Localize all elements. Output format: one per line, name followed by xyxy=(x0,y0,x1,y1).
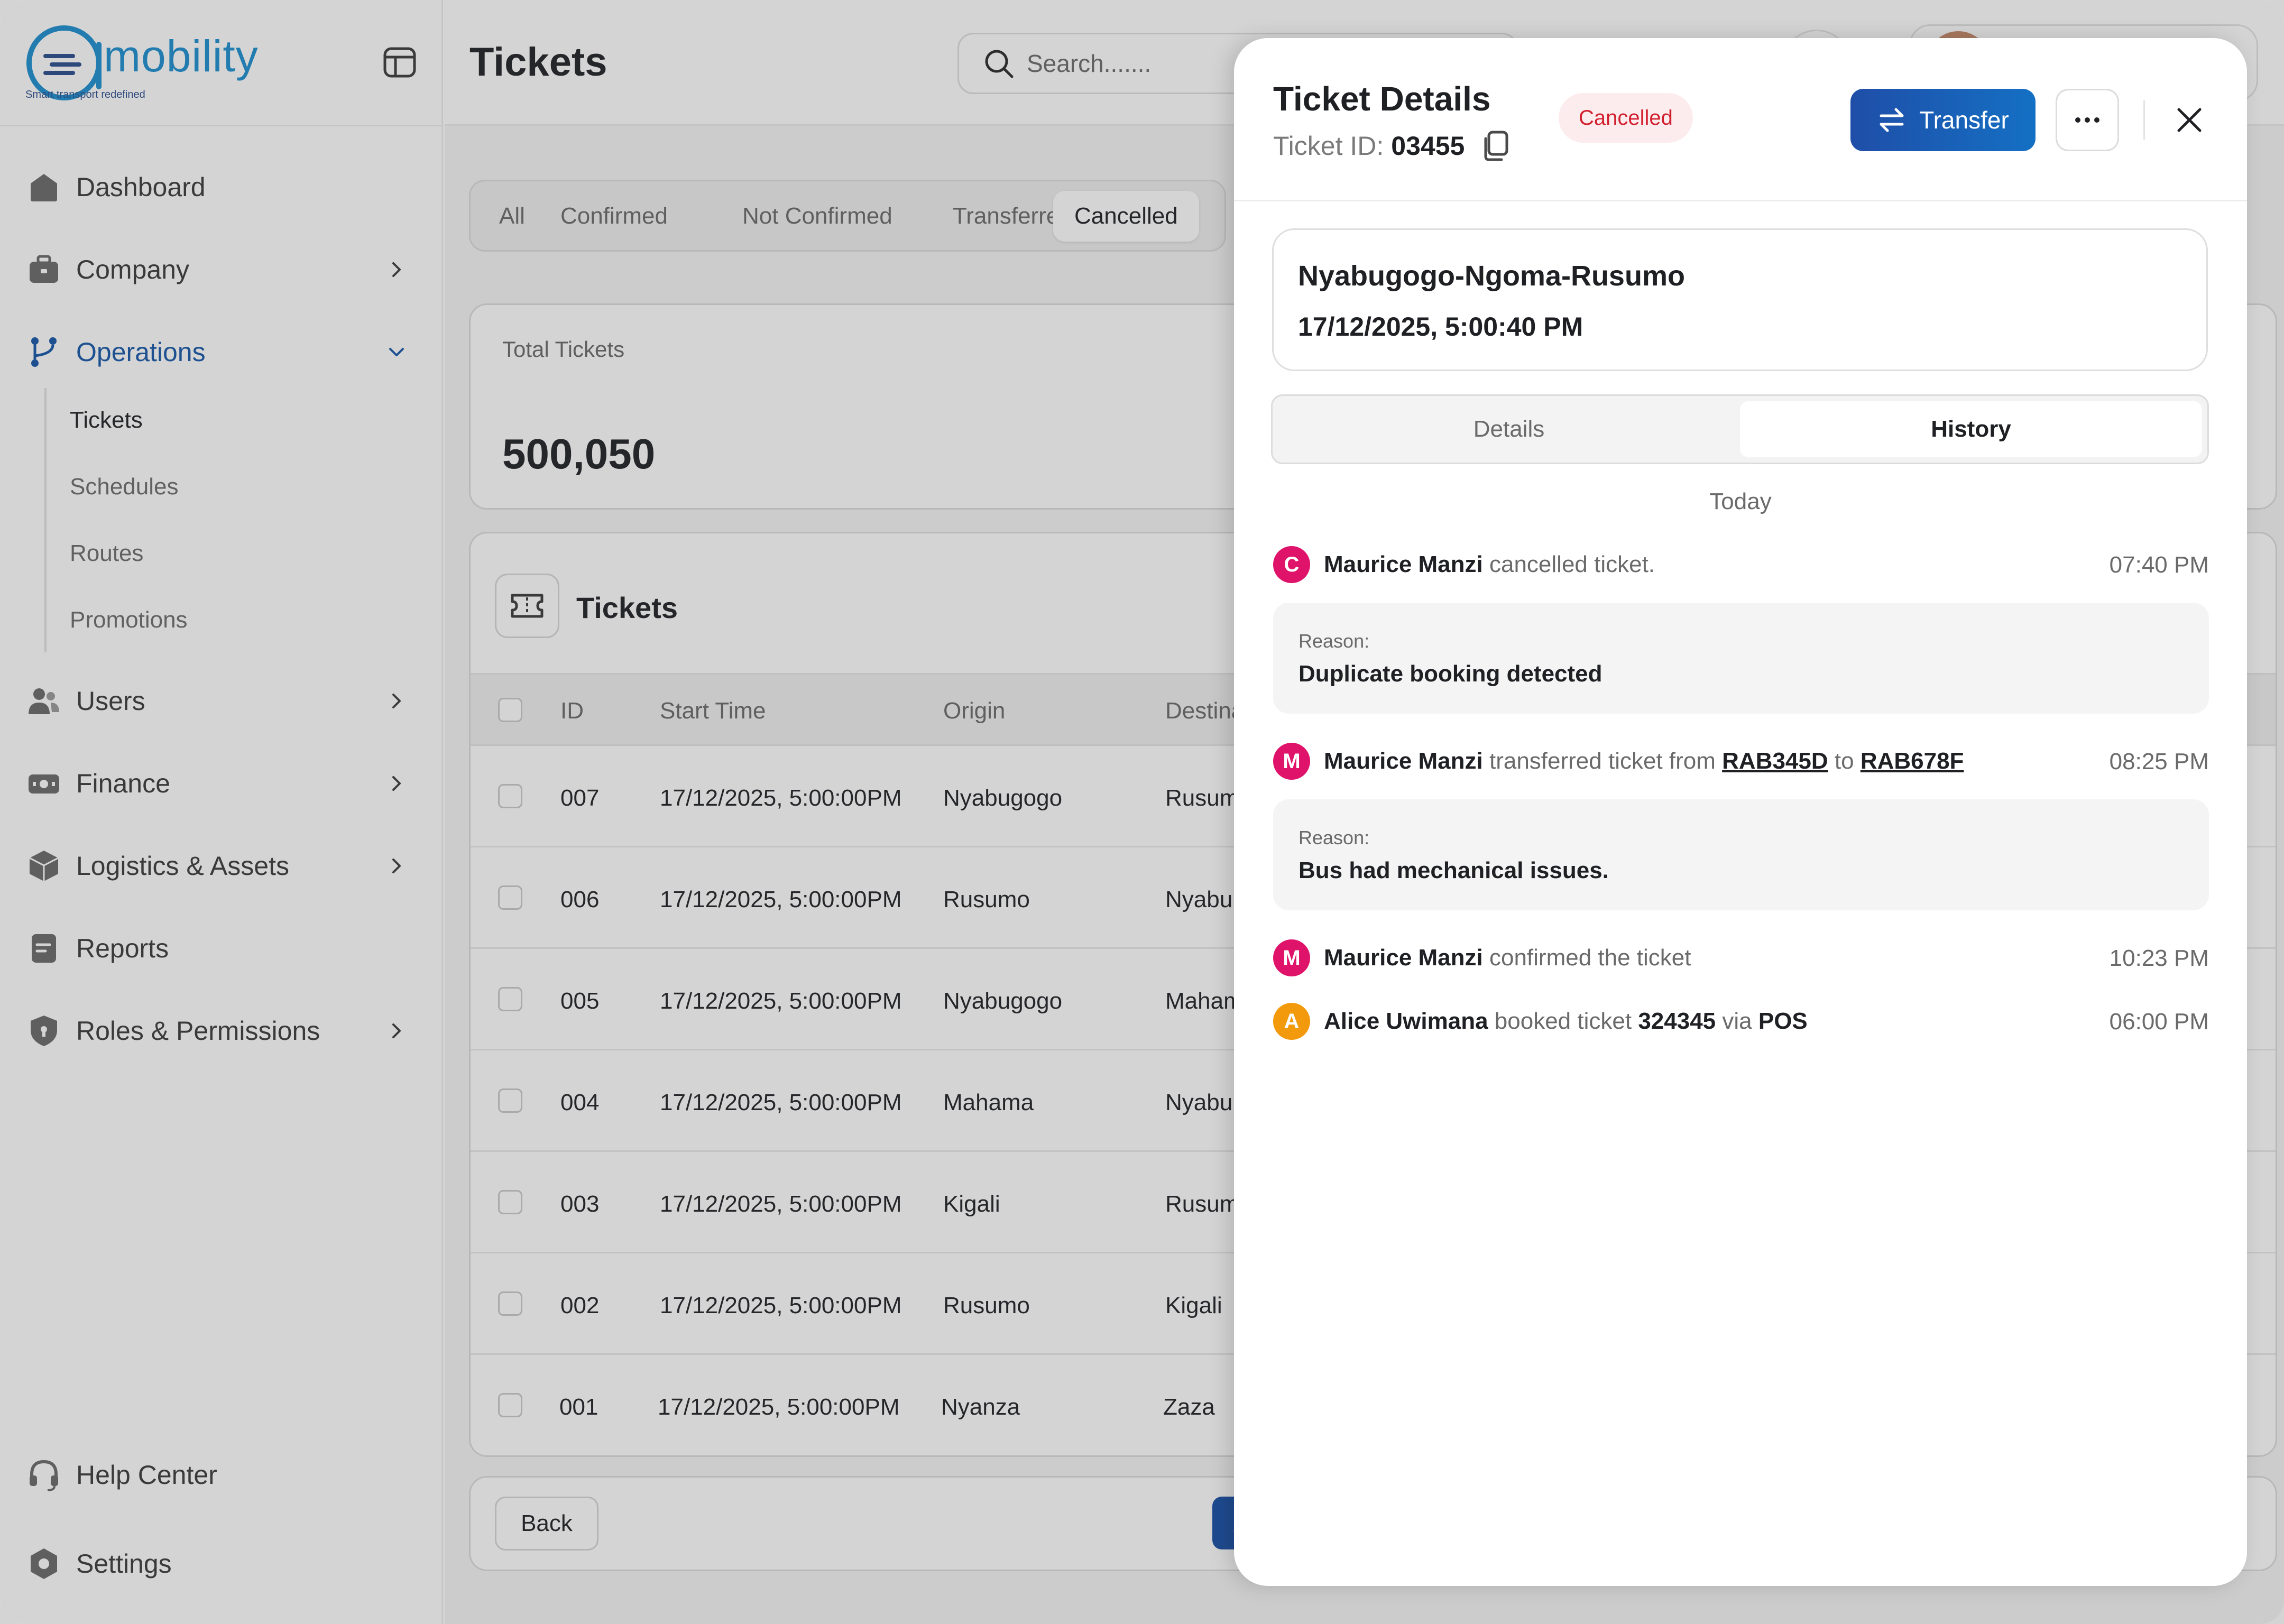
drawer-divider xyxy=(1234,200,2247,201)
history-text: Maurice Manzi transferred ticket from RA… xyxy=(1324,748,1964,774)
ticket-id-value: 03455 xyxy=(1391,131,1465,161)
history-action: transferred ticket from xyxy=(1489,748,1716,774)
close-button[interactable] xyxy=(2170,100,2209,140)
drawer-title: Ticket Details xyxy=(1273,80,1491,118)
history-connector: via xyxy=(1722,1008,1752,1034)
reason-box: Reason: Bus had mechanical issues. xyxy=(1273,799,2209,910)
transfer-arrows-icon xyxy=(1880,108,1904,132)
ticket-id-label: Ticket ID: xyxy=(1273,131,1384,161)
history-connector: to xyxy=(1834,748,1854,774)
more-dots-icon xyxy=(2075,117,2099,123)
booked-ticket-number: 324345 xyxy=(1638,1008,1716,1034)
details-history-tabs: Details History xyxy=(1271,394,2209,464)
more-options-button[interactable] xyxy=(2056,89,2119,151)
history-action: confirmed the ticket xyxy=(1489,945,1691,971)
close-icon xyxy=(2177,108,2202,132)
bus-plate-link[interactable]: RAB678F xyxy=(1861,748,1964,774)
reason-label: Reason: xyxy=(1298,630,1370,652)
history-action: cancelled ticket. xyxy=(1489,551,1655,577)
actor-name: Alice Uwimana xyxy=(1324,1008,1488,1034)
avatar: C xyxy=(1273,546,1310,583)
history-text: Alice Uwimana booked ticket 324345 via P… xyxy=(1324,1008,1808,1035)
history-item: A Alice Uwimana booked ticket 324345 via… xyxy=(1273,1002,2209,1040)
app-window: mobility Smart transport redefined Dashb… xyxy=(0,0,2284,1624)
reason-label: Reason: xyxy=(1298,827,1370,848)
history-text: Maurice Manzi confirmed the ticket xyxy=(1324,945,1691,971)
history-item: C Maurice Manzi cancelled ticket. 07:40 … xyxy=(1273,546,2209,584)
avatar: M xyxy=(1273,743,1310,780)
history-item: M Maurice Manzi confirmed the ticket 10:… xyxy=(1273,939,2209,977)
history-time: 10:23 PM xyxy=(2109,945,2209,971)
history-day-label: Today xyxy=(1709,488,1772,514)
history-time: 06:00 PM xyxy=(2109,1009,2209,1035)
avatar: M xyxy=(1273,939,1310,976)
history-time: 08:25 PM xyxy=(2109,749,2209,774)
reason-text: Bus had mechanical issues. xyxy=(1298,857,1609,883)
ticket-id-row: Ticket ID: 03455 xyxy=(1273,130,1510,162)
reason-box: Reason: Duplicate booking detected xyxy=(1273,603,2209,714)
history-time: 07:40 PM xyxy=(2109,552,2209,578)
history-action: booked ticket xyxy=(1494,1008,1632,1034)
reason-text: Duplicate booking detected xyxy=(1298,661,1603,687)
actor-name: Maurice Manzi xyxy=(1324,945,1483,971)
history-text: Maurice Manzi cancelled ticket. xyxy=(1324,551,1655,578)
bus-plate-link[interactable]: RAB345D xyxy=(1722,748,1828,774)
copy-icon[interactable] xyxy=(1480,130,1510,162)
transfer-button-label: Transfer xyxy=(1919,106,2009,134)
trip-summary-card: Nyabugogo-Ngoma-Rusumo 17/12/2025, 5:00:… xyxy=(1272,228,2208,371)
transfer-button[interactable]: Transfer xyxy=(1850,89,2036,151)
ticket-details-drawer: Ticket Details Ticket ID: 03455 Cancelle… xyxy=(1234,38,2247,1586)
actor-name: Maurice Manzi xyxy=(1324,748,1483,774)
header-divider xyxy=(2143,100,2145,140)
actor-name: Maurice Manzi xyxy=(1324,551,1483,577)
route-name: Nyabugogo-Ngoma-Rusumo xyxy=(1298,260,1685,292)
status-badge: Cancelled xyxy=(1559,93,1693,143)
booking-channel: POS xyxy=(1758,1008,1808,1034)
history-item: M Maurice Manzi transferred ticket from … xyxy=(1273,742,2209,780)
trip-datetime: 17/12/2025, 5:00:40 PM xyxy=(1298,312,1583,342)
tab-history[interactable]: History xyxy=(1740,401,2202,457)
tab-details[interactable]: Details xyxy=(1278,401,1740,457)
avatar: A xyxy=(1273,1003,1310,1040)
